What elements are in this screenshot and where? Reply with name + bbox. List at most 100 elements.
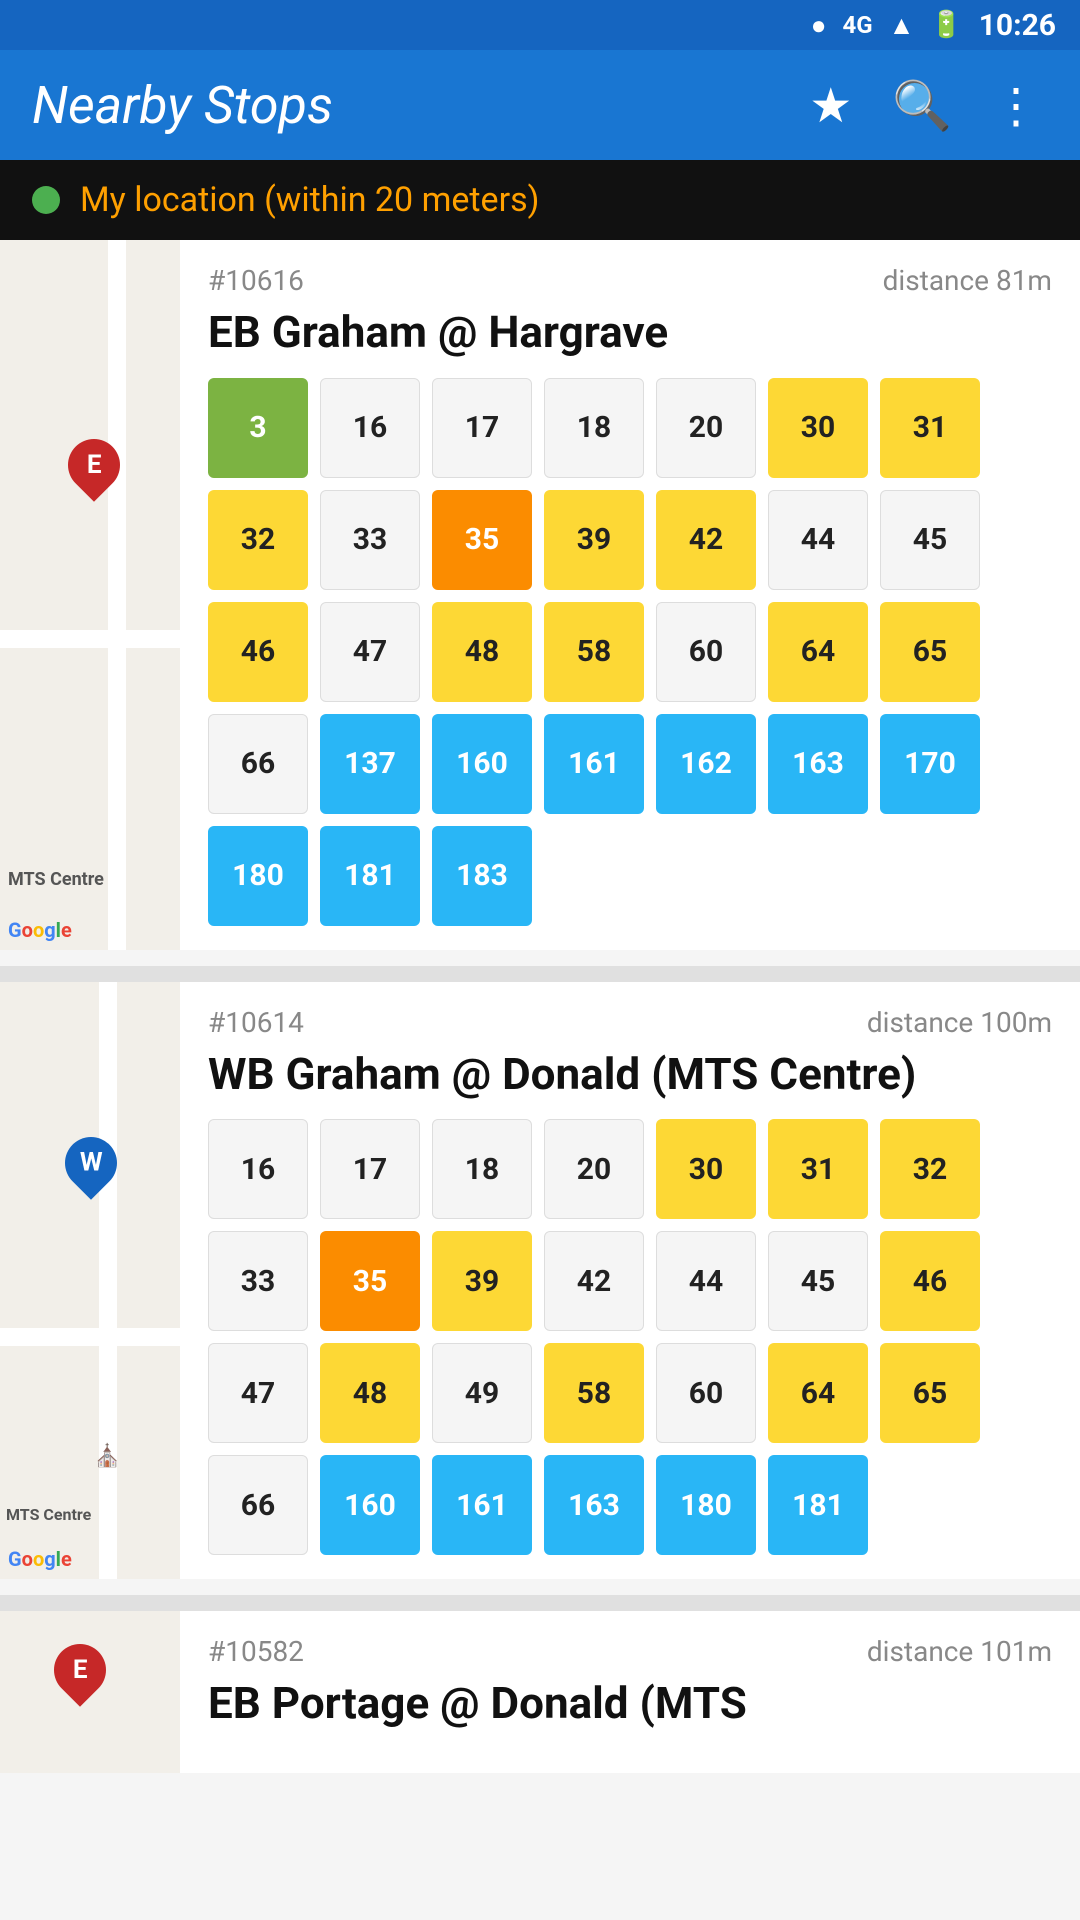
route-chip[interactable]: 30 [768,378,868,478]
stop-info-2: #10614 distance 100m WB Graham @ Donald … [180,982,1080,1580]
route-chip[interactable]: 163 [544,1455,644,1555]
route-chip[interactable]: 137 [320,714,420,814]
route-chip[interactable]: 20 [656,378,756,478]
stop-name-1[interactable]: EB Graham @ Hargrave [208,307,1052,358]
route-chip[interactable]: 39 [544,490,644,590]
route-chip[interactable]: 44 [768,490,868,590]
route-chip[interactable]: 42 [656,490,756,590]
route-chip[interactable]: 60 [656,602,756,702]
google-logo-2: Google [8,1547,72,1571]
status-bar: ● 4G ▲ 🔋 10:26 [0,0,1080,50]
route-chip[interactable]: 183 [432,826,532,926]
time-display: 10:26 [979,8,1056,43]
route-chip[interactable]: 180 [656,1455,756,1555]
route-chip[interactable]: 161 [432,1455,532,1555]
route-chip[interactable]: 58 [544,1343,644,1443]
route-chip[interactable]: 18 [432,1119,532,1219]
stop-card: E MTS Centre Google #10616 distance 81m … [0,240,1080,950]
route-chip[interactable]: 42 [544,1231,644,1331]
route-chip[interactable]: 33 [208,1231,308,1331]
route-chip[interactable]: 181 [320,826,420,926]
route-chip[interactable]: 66 [208,714,308,814]
route-chip[interactable]: 64 [768,602,868,702]
route-chip[interactable]: 65 [880,602,980,702]
route-chip[interactable]: 32 [880,1119,980,1219]
route-chip[interactable]: 161 [544,714,644,814]
route-chip[interactable]: 181 [768,1455,868,1555]
route-chip[interactable]: 35 [432,490,532,590]
stop-distance-3: distance 101m [867,1635,1052,1668]
route-chip[interactable]: 47 [208,1343,308,1443]
map-label-1: MTS Centre [8,869,104,890]
stop-id-3: #10582 [208,1635,304,1668]
route-chip[interactable]: 64 [768,1343,868,1443]
route-chip[interactable]: 47 [320,602,420,702]
stop-map-1[interactable]: E MTS Centre Google [0,240,180,950]
route-chip[interactable]: 60 [656,1343,756,1443]
route-chip[interactable]: 48 [432,602,532,702]
route-chip[interactable]: 44 [656,1231,756,1331]
stop-id-1: #10616 [208,264,304,297]
route-chip[interactable]: 39 [432,1231,532,1331]
route-chip[interactable]: 33 [320,490,420,590]
route-chip[interactable]: 17 [320,1119,420,1219]
route-chip[interactable]: 3 [208,378,308,478]
route-chip[interactable]: 20 [544,1119,644,1219]
route-chip[interactable]: 31 [880,378,980,478]
stop-map-3[interactable]: E [0,1611,180,1773]
map-label-2: MTS Centre [6,1505,91,1524]
route-chip[interactable]: 180 [208,826,308,926]
route-chip[interactable]: 18 [544,378,644,478]
route-chip[interactable]: 160 [432,714,532,814]
route-chip[interactable]: 30 [656,1119,756,1219]
signal-4g-icon: 4G [842,11,872,39]
stop-meta-2: #10614 distance 100m [208,1006,1052,1039]
route-chip[interactable]: 35 [320,1231,420,1331]
more-options-button[interactable]: ⋮ [984,69,1048,142]
stop-map-2[interactable]: W MTS Centre ⛪ Google [0,982,180,1580]
route-chip[interactable]: 46 [208,602,308,702]
app-title: Nearby Stops [32,75,777,136]
route-chip[interactable]: 65 [880,1343,980,1443]
stop-info-3: #10582 distance 101m EB Portage @ Donald… [180,1611,1080,1773]
signal-bars-icon: ▲ [889,10,915,41]
search-button[interactable]: 🔍 [884,69,960,142]
route-chip[interactable]: 45 [880,490,980,590]
location-dot-icon [32,186,60,214]
stop-card-3: E #10582 distance 101m EB Portage @ Dona… [0,1611,1080,1773]
route-chip[interactable]: 58 [544,602,644,702]
route-chip[interactable]: 48 [320,1343,420,1443]
stop-id-2: #10614 [208,1006,304,1039]
location-icon: ● [811,10,827,41]
routes-grid-2: 16171820303132 33353942444546 474849586064… [208,1119,1052,1555]
stop-info-1: #10616 distance 81m EB Graham @ Hargrave… [180,240,1080,950]
favorites-button[interactable]: ★ [801,69,860,142]
route-chip[interactable]: 16 [320,378,420,478]
stop-distance-1: distance 81m [883,264,1052,297]
stop-meta-3: #10582 distance 101m [208,1635,1052,1668]
route-chip[interactable]: 16 [208,1119,308,1219]
app-bar: Nearby Stops ★ 🔍 ⋮ [0,50,1080,160]
stop-card-2: W MTS Centre ⛪ Google #10614 distance 10… [0,982,1080,1580]
stop-distance-2: distance 100m [867,1006,1052,1039]
route-chip[interactable]: 170 [880,714,980,814]
map-icon-2: ⛪ [94,1444,121,1469]
route-chip[interactable]: 32 [208,490,308,590]
route-chip[interactable]: 45 [768,1231,868,1331]
stop-name-2[interactable]: WB Graham @ Donald (MTS Centre) [208,1049,1052,1100]
route-chip[interactable]: 46 [880,1231,980,1331]
route-chip[interactable]: 163 [768,714,868,814]
route-chip[interactable]: 160 [320,1455,420,1555]
location-status-text: My location (within 20 meters) [80,180,539,220]
google-logo-1: Google [8,918,72,942]
route-chip[interactable]: 31 [768,1119,868,1219]
route-chip[interactable]: 17 [432,378,532,478]
stop-name-3[interactable]: EB Portage @ Donald (MTS [208,1678,1052,1729]
route-chip[interactable]: 162 [656,714,756,814]
route-chip[interactable]: 66 [208,1455,308,1555]
route-chip[interactable]: 49 [432,1343,532,1443]
battery-icon: 🔋 [930,10,962,40]
routes-grid-1: 3161718203031323335394244454647485860646… [208,378,1052,926]
location-bar: My location (within 20 meters) [0,160,1080,240]
stop-meta-1: #10616 distance 81m [208,264,1052,297]
